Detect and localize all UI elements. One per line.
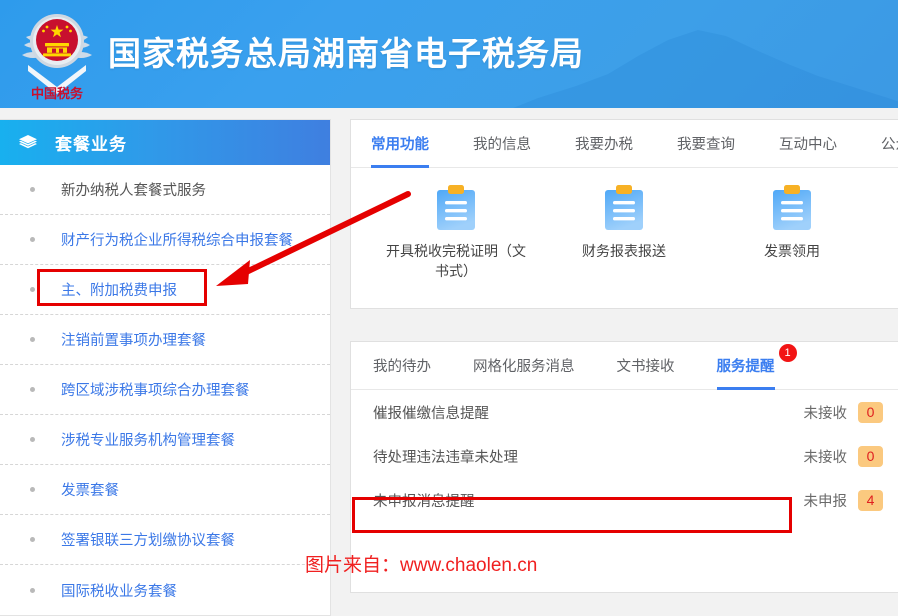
bullet-icon	[30, 287, 35, 292]
tab-hudong-zhongxin[interactable]: 互动中心	[779, 120, 837, 167]
sidebar-item-label: 新办纳税人套餐式服务	[61, 183, 206, 199]
sidebar-item-label: 涉税专业服务机构管理套餐	[61, 433, 235, 449]
tab-label: 文书接收	[616, 359, 675, 375]
sidebar-item-label: 注销前置事项办理套餐	[61, 333, 206, 349]
page-title: 国家税务总局湖南省电子税务局	[108, 35, 584, 72]
sidebar-item-label: 跨区域涉税事项综合办理套餐	[61, 383, 250, 399]
sidebar-item-zhu-fujia-shuifei-shenbao[interactable]: 主、附加税费申报	[0, 265, 330, 315]
tab-label: 服务提醒	[716, 359, 775, 375]
bullet-icon	[30, 587, 35, 593]
reminder-list: 催报催缴信息提醒 未接收 0 待处理违法违章未处理 未接收 0 未申报消息提醒 …	[351, 390, 898, 522]
reminder-title: 待处理违法违章未处理	[373, 449, 518, 466]
tab-label: 我的信息	[473, 137, 531, 153]
bullet-icon	[30, 337, 35, 342]
shortcut-caiwu-baobiao-baosong[interactable]: 财务报表报送	[549, 184, 699, 281]
sidebar-item-label: 国际税收业务套餐	[61, 583, 177, 600]
sidebar-item-xinban-nashuiren[interactable]: 新办纳税人套餐式服务	[0, 165, 330, 215]
sidebar-header-label: 套餐业务	[55, 135, 127, 154]
shortcut-list: 开具税收完税证明（文书式） 财务报表报送 发票领用	[351, 168, 898, 281]
shortcut-fapiao-lingyong[interactable]: 发票领用	[717, 184, 867, 281]
tab-wode-daiban[interactable]: 我的待办	[373, 342, 431, 389]
site-header: 中国税务 国家税务总局湖南省电子税务局	[0, 0, 898, 108]
list-item[interactable]: 待处理违法违章未处理 未接收 0	[373, 434, 883, 478]
reminder-title: 未申报消息提醒	[373, 493, 475, 510]
shortcut-kaiju-wanshui-zhengming[interactable]: 开具税收完税证明（文书式）	[381, 184, 531, 281]
reminder-title: 催报催缴信息提醒	[373, 405, 489, 422]
shortcut-label: 发票领用	[764, 243, 820, 259]
clipboard-icon	[603, 184, 645, 232]
bullet-icon	[30, 387, 35, 392]
sidebar-item-label: 签署银联三方划缴协议套餐	[61, 533, 235, 549]
main-tabbar: 常用功能 我的信息 我要办税 我要查询 互动中心 公众	[351, 120, 898, 168]
tab-label: 我要查询	[677, 137, 735, 153]
tab-woyao-chaxun[interactable]: 我要查询	[677, 120, 735, 167]
sidebar-item-guoji-shuishou[interactable]: 国际税收业务套餐	[0, 565, 330, 615]
bullet-icon	[30, 187, 35, 192]
tab-wenshu-jieshou[interactable]: 文书接收	[617, 342, 675, 389]
sidebar-item-caichan-xingweishui[interactable]: 财产行为税企业所得税综合申报套餐	[0, 215, 330, 265]
sidebar: 套餐业务 新办纳税人套餐式服务 财产行为税企业所得税综合申报套餐 主、附加税费申…	[0, 119, 331, 616]
layers-stack-icon	[18, 133, 38, 153]
clipboard-icon	[435, 184, 477, 232]
shortcut-label: 开具税收完税证明（文书式）	[386, 243, 526, 279]
tab-fuwu-tixing[interactable]: 服务提醒 1	[716, 342, 797, 390]
notifications-tabbar: 我的待办 网格化服务消息 文书接收 服务提醒 1	[351, 342, 898, 390]
sidebar-item-sheshui-zhuanye[interactable]: 涉税专业服务机构管理套餐	[0, 415, 330, 465]
sidebar-item-label: 发票套餐	[61, 483, 119, 499]
sidebar-header: 套餐业务	[0, 120, 330, 165]
tab-label: 公众	[881, 137, 898, 153]
reminder-count-badge: 0	[858, 445, 883, 467]
reminder-count-badge: 4	[858, 489, 883, 511]
common-functions-panel: 常用功能 我的信息 我要办税 我要查询 互动中心 公众	[350, 119, 898, 309]
bullet-icon	[30, 537, 35, 542]
list-item[interactable]: 催报催缴信息提醒 未接收 0	[373, 390, 883, 434]
tab-gongzhong[interactable]: 公众	[881, 120, 898, 167]
tab-label: 互动中心	[779, 137, 837, 153]
tab-label: 网格化服务消息	[473, 359, 575, 375]
shortcut-label: 财务报表报送	[582, 243, 666, 259]
reminder-count-badge: 0	[858, 401, 883, 423]
tab-label: 常用功能	[371, 137, 429, 153]
reminder-status: 未申报	[803, 493, 848, 510]
tab-wode-xinxi[interactable]: 我的信息	[473, 120, 531, 167]
tab-label: 我的待办	[373, 359, 431, 375]
bullet-icon	[30, 437, 35, 442]
reminder-status: 未接收	[803, 449, 848, 466]
sidebar-item-qianshu-yinlian[interactable]: 签署银联三方划缴协议套餐	[0, 515, 330, 565]
reminder-status: 未接收	[803, 405, 848, 422]
tab-label: 我要办税	[575, 137, 633, 153]
sidebar-item-zhuxiao-qianzhi[interactable]: 注销前置事项办理套餐	[0, 315, 330, 365]
sidebar-list: 新办纳税人套餐式服务 财产行为税企业所得税综合申报套餐 主、附加税费申报 注销前…	[0, 165, 330, 615]
bullet-icon	[30, 487, 35, 492]
tab-woyao-banshui[interactable]: 我要办税	[575, 120, 633, 167]
tab-changyong-gongneng[interactable]: 常用功能	[371, 120, 429, 168]
sidebar-item-kuaquyu-sheshui[interactable]: 跨区域涉税事项综合办理套餐	[0, 365, 330, 415]
sidebar-item-label: 主、附加税费申报	[61, 283, 177, 299]
status-badge: 1	[778, 344, 797, 362]
sidebar-item-fapiao-taocan[interactable]: 发票套餐	[0, 465, 330, 515]
svg-text:中国税务: 中国税务	[31, 86, 84, 100]
notifications-panel: 我的待办 网格化服务消息 文书接收 服务提醒 1 催报催缴信息提醒 未接收 0 …	[350, 341, 898, 593]
clipboard-icon	[771, 184, 813, 232]
sidebar-item-label: 财产行为税企业所得税综合申报套餐	[61, 233, 293, 249]
bullet-icon	[30, 237, 35, 242]
china-tax-emblem-icon: 中国税务	[16, 5, 98, 100]
list-item[interactable]: 未申报消息提醒 未申报 4	[373, 478, 883, 522]
tab-wanggehua-fuwu-xiaoxi[interactable]: 网格化服务消息	[473, 342, 575, 389]
